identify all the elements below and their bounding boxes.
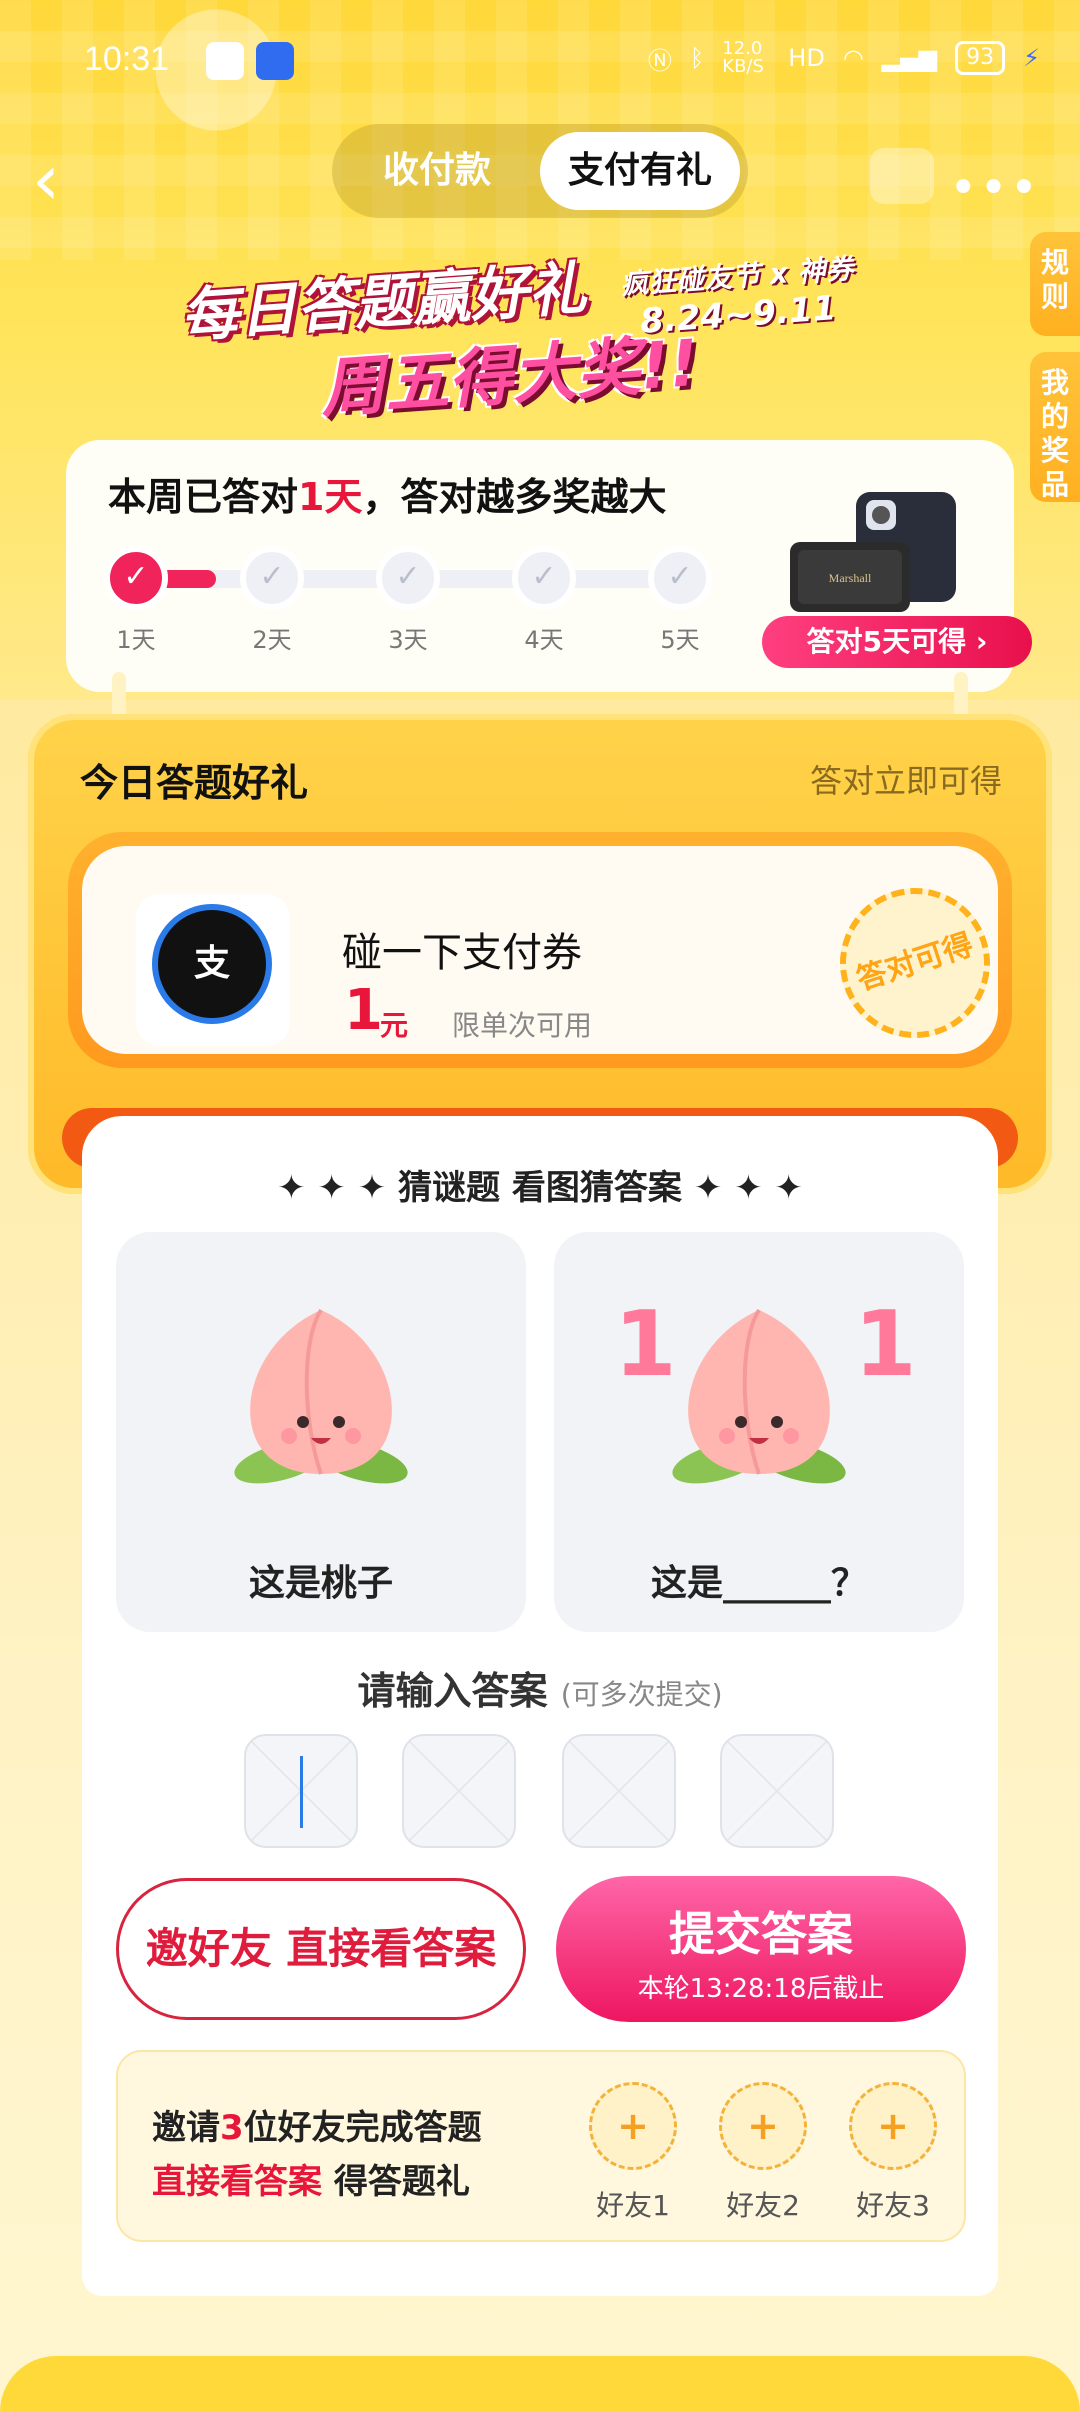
tab-switcher: 收付款 支付有礼 bbox=[332, 124, 748, 218]
nfc-icon: Ⓝ bbox=[647, 46, 672, 75]
friend-slot-2[interactable]: + 好友2 bbox=[708, 2082, 818, 2224]
friend-slot-1[interactable]: + 好友1 bbox=[578, 2082, 688, 2224]
five-day-prize-button[interactable]: 答对5天可得 › bbox=[762, 616, 1032, 668]
day-1-check-icon: ✓ bbox=[104, 546, 168, 610]
event-banner: 每日答题赢好礼 疯狂碰友节 x 神券 8.24~9.11 周五得大奖!! bbox=[178, 252, 900, 427]
number-one-left: 1 bbox=[614, 1292, 677, 1397]
friend-label: 好友3 bbox=[856, 2189, 930, 2222]
mini-program-button[interactable] bbox=[870, 148, 934, 204]
add-friend-icon[interactable]: + bbox=[849, 2082, 937, 2170]
today-subheading: 答对立即可得 bbox=[809, 762, 1002, 800]
battery-icon: 93 bbox=[955, 41, 1006, 75]
status-time: 10:31 bbox=[84, 40, 170, 78]
day-label: 3天 bbox=[388, 626, 428, 654]
day-2-check-icon: ✓ bbox=[240, 546, 304, 610]
answer-char-box-4[interactable] bbox=[720, 1734, 834, 1848]
quiz-heading: ✦ ✦ ✦ 猜谜题 看图猜答案 ✦ ✦ ✦ bbox=[277, 1168, 803, 1208]
signal-icon: ▂▄▆ bbox=[881, 44, 938, 72]
svg-text:Marshall: Marshall bbox=[829, 571, 872, 585]
coupon-title: 碰一下支付券 bbox=[342, 930, 582, 976]
peach-icon bbox=[234, 1308, 408, 1484]
alipay-tap-icon: 支 bbox=[136, 894, 290, 1046]
status-icons: Ⓝ ᛒ 12.0 KB/S HD ◠ ▂▄▆ 93 ⚡ bbox=[648, 40, 1040, 76]
coupon-unit: 元 bbox=[380, 1009, 409, 1042]
day-label: 5天 bbox=[660, 626, 700, 654]
weekly-progress-card: 本周已答对1天，答对越多奖越大 ✓ ✓ ✓ ✓ ✓ 1天 2天 3天 4天 5天… bbox=[66, 440, 1032, 692]
invite-friend-button[interactable]: 邀好友 直接看答案 bbox=[116, 1878, 526, 2020]
answer-input-label: 请输入答案 (可多次提交) bbox=[357, 1669, 723, 1713]
today-heading: 今日答题好礼 bbox=[80, 761, 309, 805]
back-icon[interactable]: ‹ bbox=[32, 145, 82, 215]
tab-pay-gift[interactable]: 支付有礼 bbox=[540, 132, 740, 210]
add-friend-icon[interactable]: + bbox=[589, 2082, 677, 2170]
invite-line-1: 邀请3位好友完成答题 bbox=[152, 2108, 482, 2148]
number-one-right: 1 bbox=[854, 1292, 917, 1397]
friend-label: 好友2 bbox=[726, 2189, 800, 2222]
friend-label: 好友1 bbox=[596, 2189, 670, 2222]
my-prizes-tab[interactable]: 我的奖品 bbox=[1030, 352, 1080, 502]
answer-char-box-3[interactable] bbox=[562, 1734, 676, 1848]
day-3-check-icon: ✓ bbox=[376, 546, 440, 610]
coupon-card[interactable]: 支 碰一下支付券 1 元 限单次可用 答对可得 bbox=[68, 832, 1012, 1068]
invite-line-2: 直接看答案 得答题礼 bbox=[152, 2162, 470, 2202]
day-label: 4天 bbox=[524, 626, 564, 654]
rules-tab[interactable]: 规则 bbox=[1030, 232, 1080, 336]
quiz-caption-2: 这是______？ bbox=[650, 1563, 867, 1604]
add-friend-icon[interactable]: + bbox=[719, 2082, 807, 2170]
charging-icon: ⚡ bbox=[1023, 44, 1040, 72]
bird-app-icon bbox=[206, 42, 244, 80]
progress-title: 本周已答对1天，答对越多奖越大 bbox=[108, 475, 667, 519]
status-bar: 10:31 Ⓝ ᛒ 12.0 KB/S HD ◠ ▂▄▆ 93 ⚡ bbox=[0, 30, 1080, 94]
day-label: 1天 bbox=[116, 626, 156, 654]
network-speed: 12.0 KB/S bbox=[722, 38, 764, 77]
answer-char-box-1[interactable] bbox=[244, 1734, 358, 1848]
answer-char-box-2[interactable] bbox=[402, 1734, 516, 1848]
bottom-strip bbox=[0, 2356, 1080, 2412]
coupon-inner: 支 碰一下支付券 1 元 限单次可用 答对可得 bbox=[82, 846, 1010, 1058]
submit-answer-button[interactable]: 提交答案 本轮13:28:18后截止 bbox=[556, 1876, 966, 2022]
friend-slot-3[interactable]: + 好友3 bbox=[838, 2082, 948, 2224]
peach-holding-ones-icon bbox=[672, 1308, 846, 1484]
day-label: 2天 bbox=[252, 626, 292, 654]
quiz-panel: ✦ ✦ ✦ 猜谜题 看图猜答案 ✦ ✦ ✦ 这是桃子 1 1 这是______？… bbox=[82, 1116, 998, 2296]
blue-app-icon bbox=[256, 42, 294, 80]
coupon-note: 限单次可用 bbox=[452, 1009, 593, 1042]
coupon-amount: 1 bbox=[344, 978, 383, 1043]
day-5-check-icon: ✓ bbox=[648, 546, 712, 610]
more-icon[interactable]: ••• bbox=[949, 160, 1040, 216]
invite-friends-card: 邀请3位好友完成答题 直接看答案 得答题礼 + 好友1 + 好友2 + 好友3 bbox=[116, 2050, 966, 2242]
bluetooth-icon: ᛒ bbox=[689, 44, 705, 72]
hd-icon: HD bbox=[788, 44, 825, 72]
day-4-check-icon: ✓ bbox=[512, 546, 576, 610]
quiz-image-card-2: 1 1 这是______？ bbox=[554, 1232, 964, 1632]
tab-receive-pay[interactable]: 收付款 bbox=[340, 132, 534, 210]
prize-image: Marshall bbox=[790, 492, 956, 612]
wifi-icon: ◠ bbox=[842, 44, 864, 72]
quiz-caption-1: 这是桃子 bbox=[248, 1563, 393, 1604]
quiz-image-card-1: 这是桃子 bbox=[116, 1232, 526, 1632]
answer-to-get-stamp: 答对可得 bbox=[820, 868, 1010, 1058]
